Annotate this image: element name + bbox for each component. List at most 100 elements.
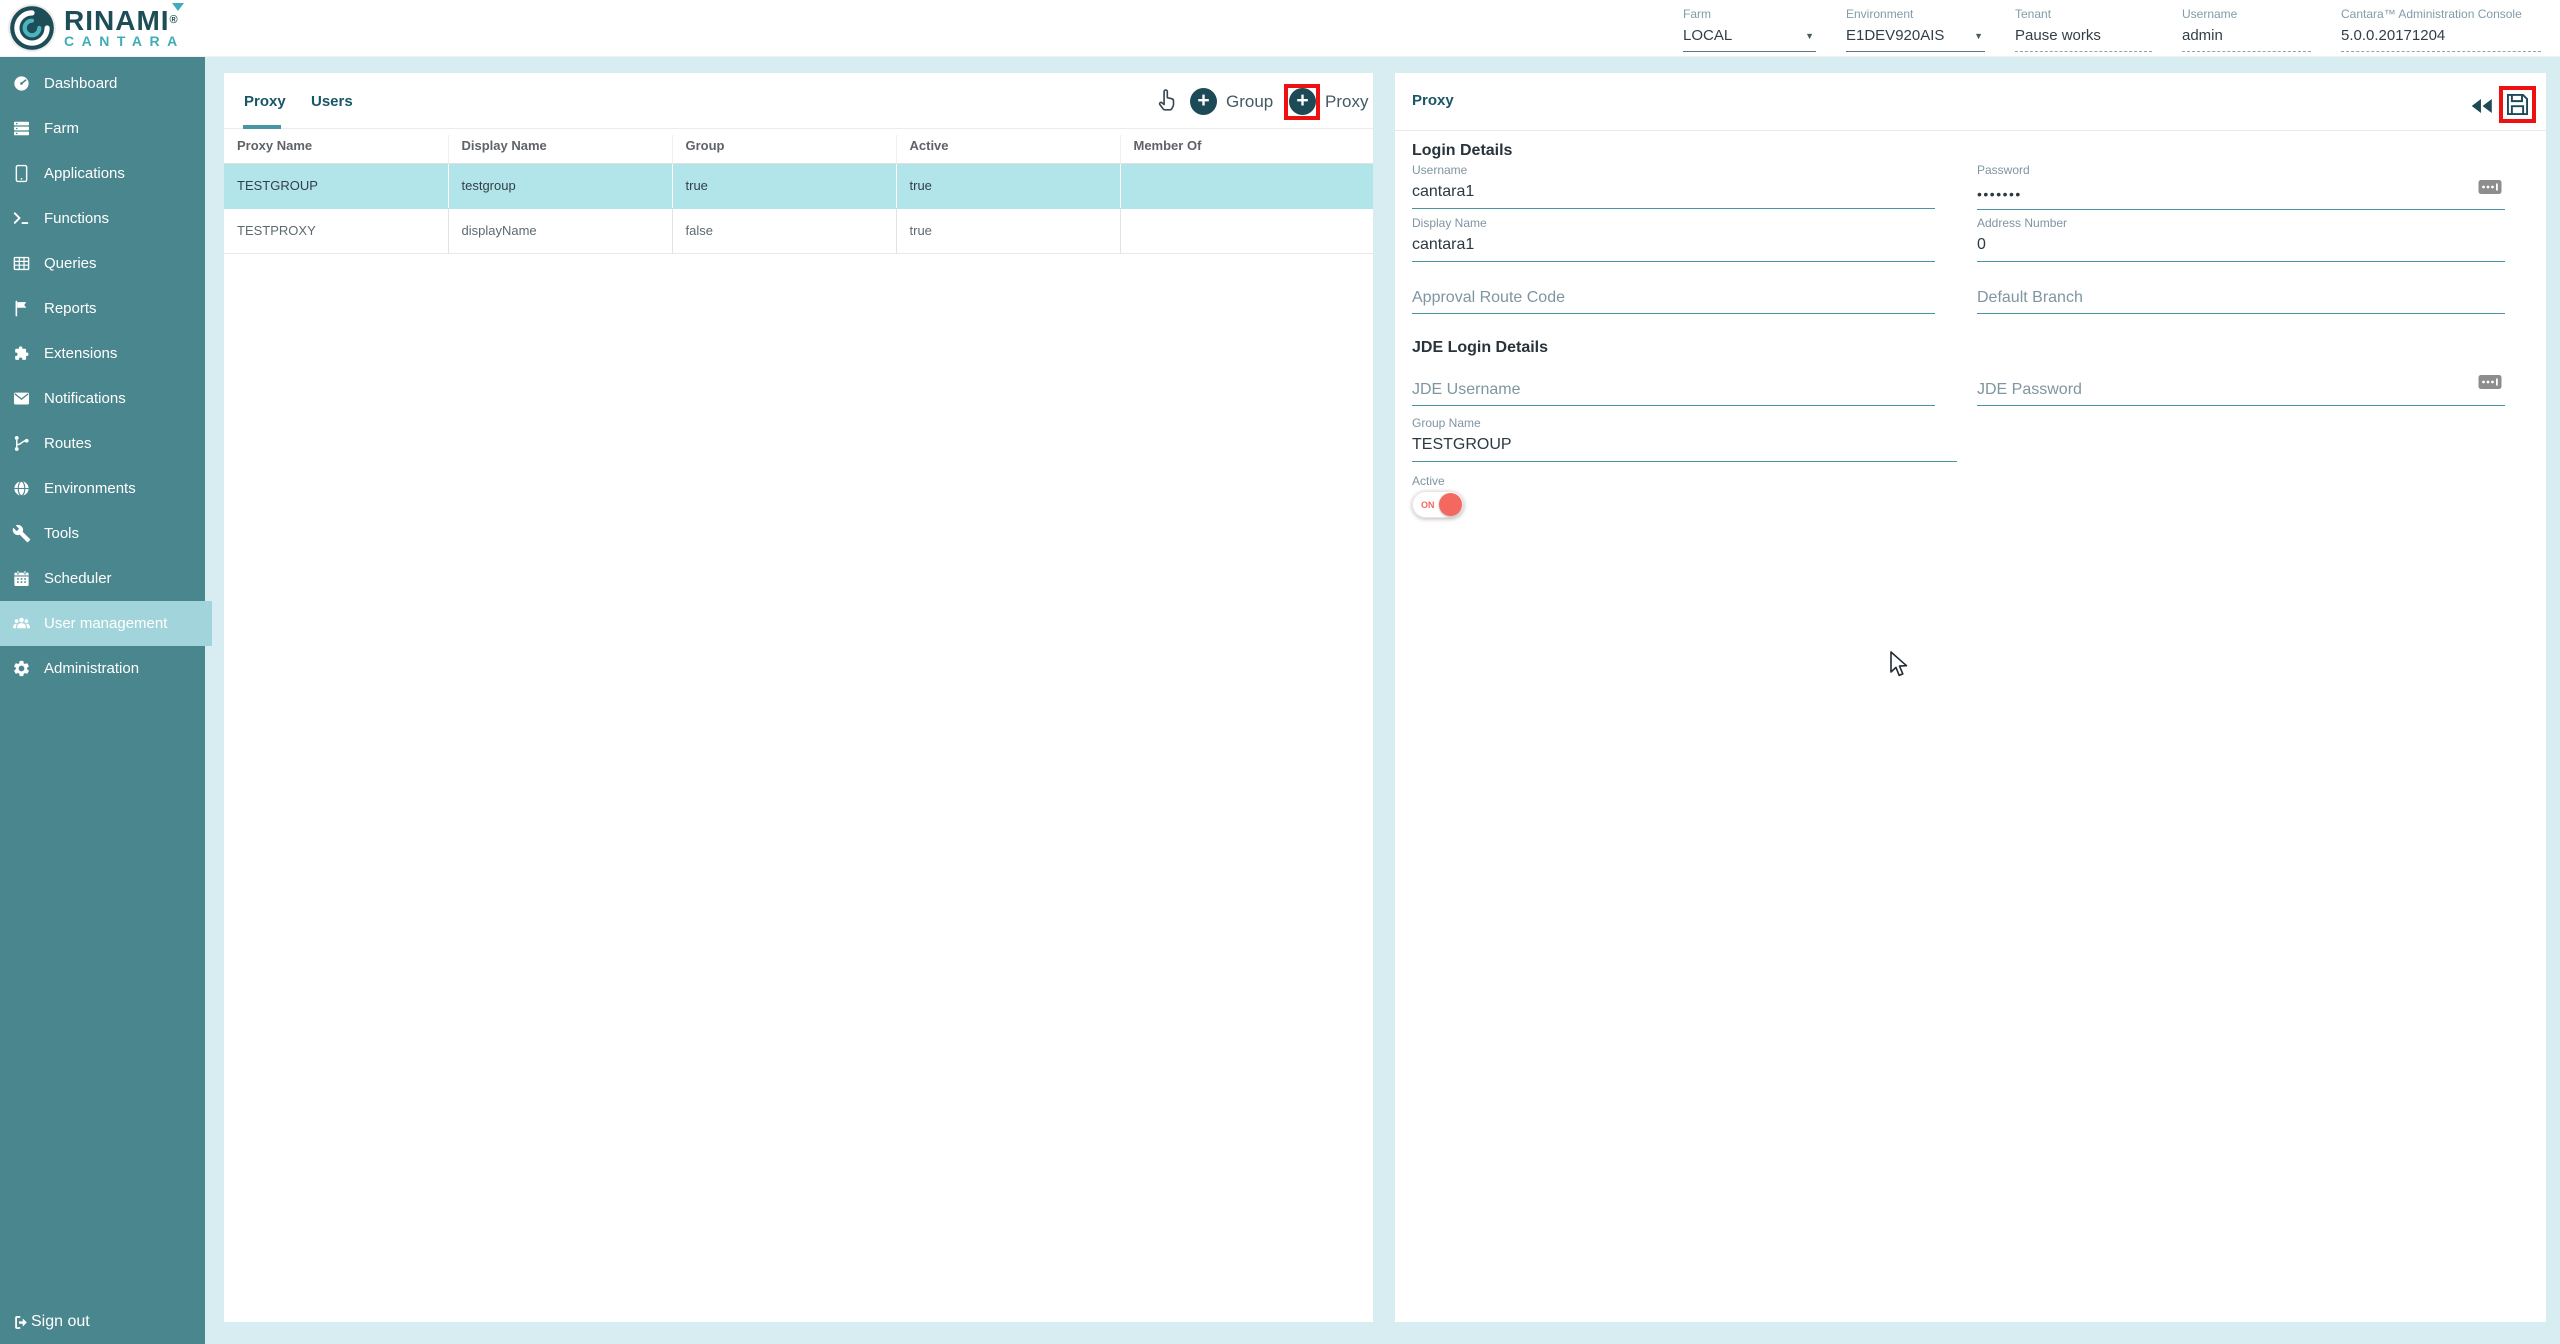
toggle-knob[interactable] [1439, 493, 1462, 516]
section-heading-login: Login Details [1412, 142, 1512, 160]
sidebar-item-functions[interactable]: Functions [0, 196, 205, 241]
proxy-table: Proxy Name Display Name Group Active Mem… [224, 135, 1373, 254]
toggle-state-text: ON [1421, 500, 1435, 510]
approval-route-code-field[interactable]: Approval Route Code [1412, 289, 1935, 314]
sidebar-item-sign-out[interactable]: Sign out [0, 1302, 205, 1342]
top-header-bar: RINAMI® CANTARA Farm LOCAL▼ Environment … [0, 0, 2560, 57]
header-field-label: Environment [1846, 7, 1985, 21]
header-field-farm[interactable]: Farm LOCAL▼ [1683, 7, 1816, 52]
sidebar-item-tools[interactable]: Tools [0, 511, 205, 556]
sidebar: Dashboard Farm Applications Functions Qu… [0, 57, 205, 1344]
save-icon [2504, 91, 2531, 118]
pointer-hand-icon [1154, 86, 1180, 114]
column-header[interactable]: Group [672, 135, 896, 163]
default-branch-field[interactable]: Default Branch [1977, 289, 2505, 314]
extensions-icon [12, 344, 31, 363]
farm-icon [12, 119, 31, 138]
sidebar-item-reports[interactable]: Reports [0, 286, 205, 331]
table-header-row: Proxy Name Display Name Group Active Mem… [224, 135, 1373, 163]
panel-title: Proxy [1412, 92, 1454, 109]
field-value: cantara1 [1412, 236, 1935, 262]
field-placeholder: Default Branch [1977, 289, 2505, 314]
sidebar-item-user-management[interactable]: User management [0, 601, 212, 646]
password-field[interactable]: Password ••••••• [1977, 163, 2505, 210]
add-group-plus-icon: + [1190, 88, 1217, 115]
header-field-value: admin [2182, 27, 2223, 44]
column-header[interactable]: Active [896, 135, 1120, 163]
notifications-icon [12, 389, 31, 408]
header-field-username[interactable]: Username admin▼ [2182, 7, 2311, 52]
jde-password-field[interactable]: JDE Password [1977, 381, 2505, 406]
table-row[interactable]: TESTPROXY displayName false true [224, 208, 1373, 253]
registered-mark: ® [170, 14, 179, 26]
routes-icon [12, 434, 31, 453]
sidebar-item-routes[interactable]: Routes [0, 421, 205, 466]
brand-name: RINAMI® [64, 7, 185, 34]
functions-icon [12, 209, 31, 228]
sidebar-item-scheduler[interactable]: Scheduler [0, 556, 205, 601]
sidebar-item-administration[interactable]: Administration [0, 646, 205, 691]
pan-tool-button[interactable] [1152, 86, 1182, 116]
sidebar-item-environments[interactable]: Environments [0, 466, 205, 511]
sidebar-item-dashboard[interactable]: Dashboard [0, 61, 205, 106]
table-cell: TESTGROUP [224, 163, 448, 208]
table-cell [1120, 163, 1373, 208]
sidebar-item-label: Reports [44, 300, 97, 317]
sidebar-item-notifications[interactable]: Notifications [0, 376, 205, 421]
column-header[interactable]: Proxy Name [224, 135, 448, 163]
header-field-environment[interactable]: Environment E1DEV920AIS▼ [1846, 7, 1985, 52]
keyboard-icon[interactable] [2478, 178, 2502, 197]
table-cell: testgroup [448, 163, 672, 208]
sidebar-item-label: Environments [44, 480, 136, 497]
tab-proxy[interactable]: Proxy [244, 73, 286, 129]
reports-icon [12, 299, 31, 318]
column-header[interactable]: Display Name [448, 135, 672, 163]
jde-username-field[interactable]: JDE Username [1412, 381, 1935, 406]
sidebar-item-queries[interactable]: Queries [0, 241, 205, 286]
sidebar-item-label: Scheduler [44, 570, 112, 587]
queries-icon [12, 254, 31, 273]
administration-icon [12, 659, 31, 678]
table-cell: displayName [448, 208, 672, 253]
column-header[interactable]: Member Of [1120, 135, 1373, 163]
sidebar-item-farm[interactable]: Farm [0, 106, 205, 151]
scheduler-icon [12, 569, 31, 588]
applications-icon [12, 164, 31, 183]
sidebar-item-applications[interactable]: Applications [0, 151, 205, 196]
header-field-value: LOCAL [1683, 27, 1732, 44]
username-field[interactable]: Username cantara1 [1412, 163, 1935, 209]
sidebar-item-label: Queries [44, 255, 97, 272]
save-button[interactable] [2504, 91, 2531, 121]
header-field-value: E1DEV920AIS [1846, 27, 1944, 44]
table-row[interactable]: TESTGROUP testgroup true true [224, 163, 1373, 208]
sidebar-item-label: Farm [44, 120, 79, 137]
display-name-field[interactable]: Display Name cantara1 [1412, 216, 1935, 262]
header-field-label: Tenant [2015, 7, 2152, 21]
add-proxy-plus-icon: + [1289, 88, 1316, 115]
sidebar-item-label: Administration [44, 660, 139, 677]
sidebar-item-label: Notifications [44, 390, 126, 407]
collapse-panel-button[interactable] [2468, 93, 2495, 122]
address-number-field[interactable]: Address Number 0 [1977, 216, 2505, 262]
sidebar-item-label: User management [44, 615, 167, 632]
keyboard-icon[interactable] [2478, 373, 2502, 392]
field-value: TESTGROUP [1412, 436, 1957, 462]
section-heading-jde: JDE Login Details [1412, 339, 1548, 357]
tools-icon [12, 524, 31, 543]
group-name-field[interactable]: Group Name TESTGROUP [1412, 416, 1957, 462]
sidebar-item-extensions[interactable]: Extensions [0, 331, 205, 376]
active-toggle[interactable]: ON [1412, 491, 1464, 518]
rewind-icon [2468, 93, 2495, 119]
brand-caron-icon [172, 3, 184, 11]
field-value: 0 [1977, 236, 2505, 262]
add-proxy-button[interactable]: + Proxy [1289, 88, 1368, 115]
tab-users[interactable]: Users [311, 73, 353, 129]
sidebar-item-label: Applications [44, 165, 125, 182]
header-field-tenant[interactable]: Tenant Pause works▼ [2015, 7, 2152, 52]
table-cell: true [896, 163, 1120, 208]
header-field-console[interactable]: Cantara™ Administration Console 5.0.0.20… [2341, 7, 2541, 52]
field-value: ••••••• [1977, 183, 2505, 210]
header-field-value: Pause works [2015, 27, 2101, 44]
add-group-button[interactable]: + Group [1190, 88, 1273, 115]
field-label: Password [1977, 163, 2505, 177]
